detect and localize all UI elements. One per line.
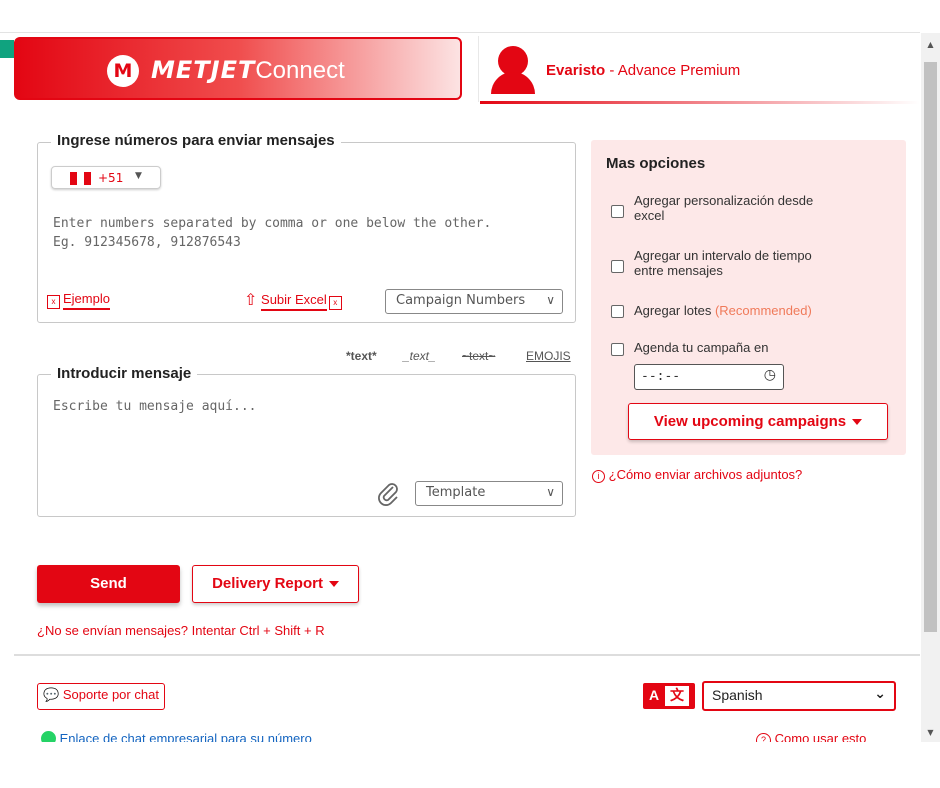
format-bold[interactable]: *text* [346, 349, 377, 363]
numbers-placeholder-line2: Eg. 912345678, 912876543 [53, 235, 241, 250]
example-link[interactable]: x Ejemplo [47, 291, 110, 310]
delivery-report-button[interactable]: Delivery Report [192, 565, 359, 603]
language-select[interactable]: Spanish ⌄ [702, 681, 896, 711]
brand-name-rest: Connect [255, 57, 345, 84]
how-to-link[interactable]: ? Como usar esto [756, 731, 866, 742]
whatsapp-icon [41, 731, 56, 742]
language-value: Spanish [712, 687, 763, 703]
caret-down-icon: ▼ [135, 171, 142, 181]
schedule-time-input[interactable]: --:-- ◷ [634, 364, 784, 390]
chevron-down-icon: ⌄ [874, 686, 886, 702]
window-top-border [0, 32, 920, 33]
excel-file-icon: x [47, 295, 60, 309]
more-options-title: Mas opciones [606, 155, 706, 172]
attach-icon[interactable] [375, 480, 401, 510]
interval-label-line2: entre mensajes [634, 263, 723, 278]
message-input[interactable]: Escribe tu mensaje aquí... [53, 397, 553, 416]
upload-excel-link[interactable]: ⇧ Subir Excel x [244, 290, 342, 311]
scroll-up-arrow-icon[interactable]: ▲ [921, 36, 940, 54]
upload-icon: ⇧ [244, 292, 258, 309]
peru-flag-white [77, 172, 84, 185]
send-button[interactable]: Send [37, 565, 180, 603]
view-upcoming-label: View upcoming campaigns [653, 413, 847, 430]
batches-checkbox[interactable] [611, 305, 624, 318]
numbers-placeholder-line1: Enter numbers separated by comma or one … [53, 216, 492, 231]
personalization-label: Agregar personalización desde excel [634, 193, 813, 223]
clock-icon: ◷ [763, 367, 776, 383]
peru-flag-red [84, 172, 91, 185]
delivery-report-label: Delivery Report [212, 575, 323, 592]
attachments-help-label: ¿Cómo enviar archivos adjuntos? [608, 467, 803, 482]
schedule-label: Agenda tu campaña en [634, 340, 769, 355]
brand-name: METJETConnect [151, 56, 345, 85]
message-legend: Introducir mensaje [51, 365, 198, 382]
reload-hint: ¿No se envían mensajes? Intentar Ctrl + … [37, 623, 325, 638]
format-strike[interactable]: ~text~ [462, 349, 495, 363]
user-avatar-body [491, 72, 535, 94]
schedule-checkbox[interactable] [611, 343, 624, 356]
user-plan: Advance Premium [617, 62, 741, 79]
translate-letter-a: A [649, 687, 660, 703]
footer-clipped-row: Enlace de chat empresarial para su númer… [0, 730, 920, 742]
header-underline [480, 101, 920, 104]
template-select[interactable]: Template ∨ [415, 481, 563, 506]
help-icon: ? [756, 733, 771, 742]
scroll-down-arrow-icon[interactable]: ▼ [921, 724, 940, 742]
personalization-label-line2: excel [634, 208, 665, 223]
time-value: --:-- [641, 369, 681, 384]
how-to-label: Como usar esto [774, 731, 867, 742]
format-italic[interactable]: _text_ [403, 349, 436, 363]
user-info: Evaristo - Advance Premium [546, 62, 740, 79]
business-chat-link[interactable]: Enlace de chat empresarial para su númer… [41, 731, 312, 742]
country-code: +51 [98, 171, 124, 185]
chat-icon: 💬 [43, 687, 60, 702]
batches-label: Agregar lotes (Recommended) [634, 303, 812, 318]
interval-label: Agregar un intervalo de tiempo entre mens… [634, 248, 812, 278]
user-name: Evaristo [546, 62, 606, 79]
campaign-numbers-select[interactable]: Campaign Numbers ∨ [385, 289, 563, 314]
attachments-help-link[interactable]: i ¿Cómo enviar archivos adjuntos? [592, 467, 802, 483]
brand-logo-icon: M [107, 55, 139, 87]
upload-excel-label: Subir Excel [261, 292, 327, 311]
brand-name-bold: METJET [151, 56, 256, 84]
interval-label-line1: Agregar un intervalo de tiempo [634, 248, 812, 263]
numbers-input[interactable]: Enter numbers separated by comma or one … [53, 214, 563, 252]
header-divider [478, 36, 479, 102]
business-chat-label: Enlace de chat empresarial para su númer… [59, 731, 312, 742]
excel-file-icon-2: x [328, 296, 342, 310]
personalization-checkbox[interactable] [611, 205, 624, 218]
interval-checkbox[interactable] [611, 260, 624, 273]
view-upcoming-campaigns-button[interactable]: View upcoming campaigns [628, 403, 888, 440]
example-link-label: Ejemplo [63, 291, 110, 310]
translate-icon: A 文 [643, 683, 695, 709]
batches-label-text: Agregar lotes [634, 303, 712, 318]
dropdown-triangle-icon [328, 581, 339, 588]
translate-glyph: 文 [665, 686, 689, 706]
country-code-selector[interactable]: +51 ▼ [51, 166, 161, 189]
recommended-tag: (Recommended) [714, 303, 812, 318]
template-label: Template [426, 485, 486, 500]
user-separator: - [605, 62, 618, 79]
chevron-down-icon: ∨ [546, 293, 555, 307]
page-edge-accent [0, 40, 14, 58]
chevron-down-icon: ∨ [546, 485, 555, 499]
info-icon: i [592, 470, 605, 483]
emojis-link[interactable]: EMOJIS [526, 349, 571, 363]
scrollbar-thumb[interactable] [924, 62, 937, 632]
footer-divider [14, 654, 920, 656]
numbers-legend: Ingrese números para enviar mensajes [51, 132, 341, 149]
chat-support-button[interactable]: 💬 Soporte por chat [37, 683, 165, 710]
campaign-numbers-label: Campaign Numbers [396, 293, 526, 308]
dropdown-triangle-icon [852, 419, 863, 426]
personalization-label-line1: Agregar personalización desde [634, 193, 814, 208]
peru-flag-icon [70, 172, 77, 185]
chat-support-label: Soporte por chat [62, 687, 159, 702]
